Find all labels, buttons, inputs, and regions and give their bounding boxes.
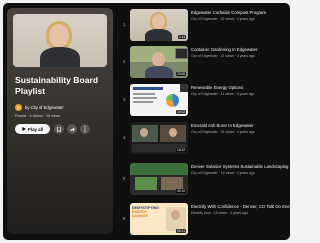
video-title[interactable]: Renewable Energy Options	[191, 85, 290, 90]
video-meta: City of Edgewater · 11 views · 4 years a…	[191, 92, 255, 96]
video-title[interactable]: Denver Solarize Systems Sustainable Land…	[191, 164, 290, 169]
playlist-cover-thumbnail[interactable]	[13, 14, 107, 67]
video-thumbnail[interactable]: 14:02	[130, 84, 188, 116]
video-duration: 16:22	[176, 148, 186, 152]
video-title[interactable]: Container Gardening In Edgewater	[191, 47, 290, 52]
share-icon	[69, 127, 75, 132]
video-thumbnail[interactable]: 2:14	[130, 9, 188, 41]
video-row-2[interactable]: 2 23:08 Container Gardening In Edgewater…	[119, 45, 290, 79]
video-meta: City of Edgewater · 14 views · 4 years a…	[191, 171, 255, 175]
channel-row[interactable]: E by City of Edgewater	[15, 103, 64, 112]
playlist-meta: Playlist · 6 videos · 26 views	[15, 114, 61, 118]
bookmark-icon	[57, 126, 61, 132]
thumb-text-line3: SAVINGS	[132, 214, 148, 218]
video-duration: 40:10	[176, 189, 186, 193]
channel-name[interactable]: by City of Edgewater	[25, 105, 64, 110]
video-row-3[interactable]: 3 14:02 Renewable Energy Options City of…	[119, 83, 290, 117]
more-vert-icon	[84, 126, 86, 132]
playlist-title: Sustainability Board Playlist	[15, 75, 99, 96]
video-title[interactable]: Edgewater Curbside Compost Program	[191, 10, 290, 15]
more-options-button[interactable]	[80, 124, 90, 134]
video-index: 3	[123, 97, 126, 102]
video-thumbnail[interactable]: 40:10	[130, 163, 188, 195]
play-all-label: Play all	[27, 126, 44, 132]
video-duration: 56:11	[176, 229, 186, 233]
video-row-5[interactable]: 5 40:10 Denver Solarize Systems Sustaina…	[119, 162, 290, 196]
video-row-4[interactable]: 4 16:22 Emerald Ash Borer In Edgewater C…	[119, 121, 290, 155]
playlist-header-panel: Sustainability Board Playlist E by City …	[7, 8, 113, 234]
video-index: 2	[123, 59, 126, 64]
video-index: 5	[123, 176, 126, 181]
video-row-1[interactable]: 1 2:14 Edgewater Curbside Compost Progra…	[119, 8, 290, 42]
play-icon	[22, 127, 26, 131]
video-title[interactable]: Electrify With Confidence - Denver, CO T…	[191, 204, 290, 209]
share-button[interactable]	[67, 124, 77, 134]
video-duration: 23:08	[176, 72, 186, 76]
channel-avatar[interactable]: E	[15, 104, 22, 111]
video-meta: City of Edgewater · 21 views · 4 years a…	[191, 54, 255, 58]
video-thumbnail[interactable]: 23:08	[130, 46, 188, 78]
video-index: 1	[123, 22, 126, 27]
video-meta: Electrify Now · 15 views · 4 years ago	[191, 211, 248, 215]
video-thumbnail[interactable]: 16:22	[130, 122, 188, 154]
video-index: 6	[123, 216, 126, 221]
video-meta: City of Edgewater · 32 views · 4 years a…	[191, 17, 255, 21]
app-window: Sustainability Board Playlist E by City …	[3, 3, 290, 240]
video-meta: City of Edgewater · 31 views · 4 years a…	[191, 130, 255, 134]
video-duration: 14:02	[176, 110, 186, 114]
video-row-6[interactable]: 6 DEMYSTIFYING ENERGY SAVINGS 56:11 Elec…	[119, 202, 290, 236]
video-duration: 2:14	[177, 35, 186, 39]
save-playlist-button[interactable]	[54, 124, 64, 134]
video-thumbnail[interactable]: DEMYSTIFYING ENERGY SAVINGS 56:11	[130, 203, 188, 235]
video-title[interactable]: Emerald Ash Borer In Edgewater	[191, 123, 290, 128]
video-index: 4	[123, 135, 126, 140]
play-all-button[interactable]: Play all	[15, 124, 50, 134]
